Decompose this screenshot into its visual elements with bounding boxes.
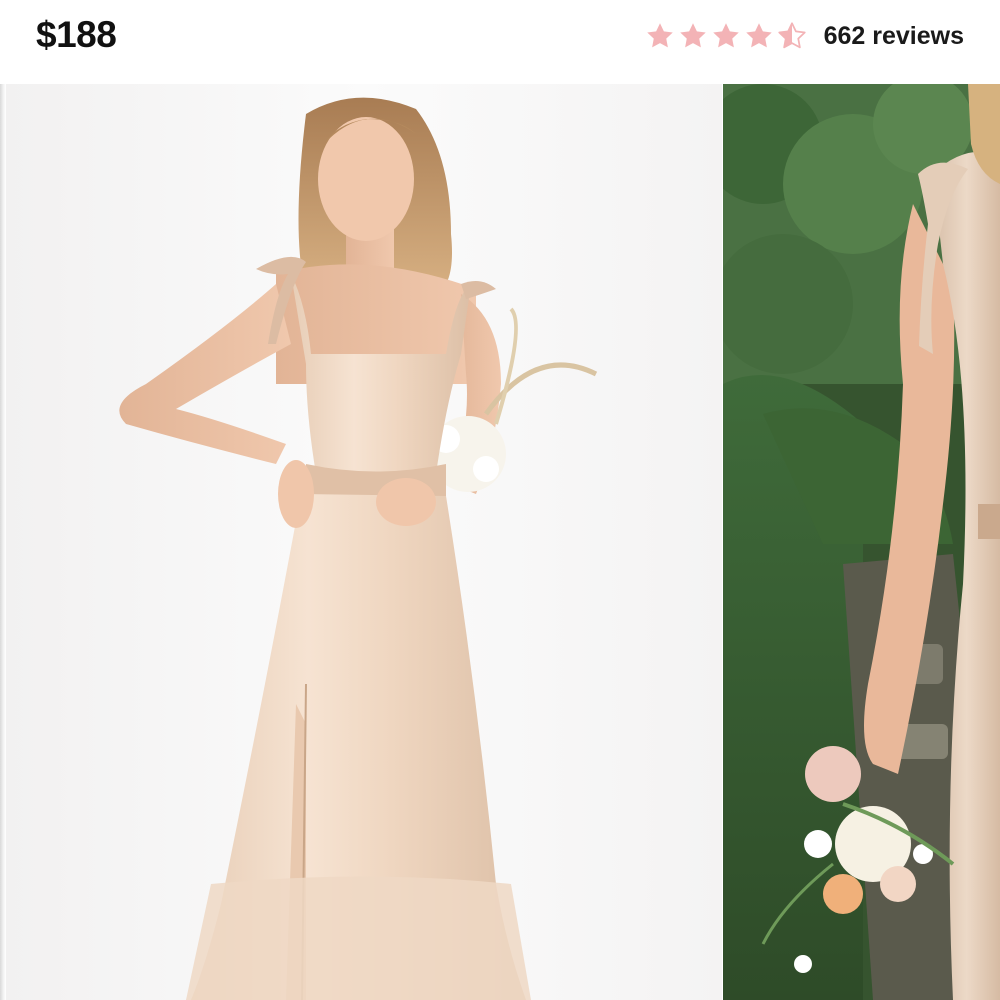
photo-illustration-secondary	[723, 84, 1000, 1000]
star-full-icon	[745, 23, 772, 48]
star-half-icon	[777, 22, 806, 49]
reviews-link[interactable]: 662 reviews	[824, 22, 964, 51]
star-full-icon	[679, 23, 706, 48]
star-full-icon	[712, 23, 739, 48]
rating-stars[interactable]	[645, 21, 810, 51]
photo-illustration-main	[6, 84, 722, 1000]
product-header: $188 662 reviews	[0, 0, 1000, 84]
product-price: $188	[36, 14, 117, 55]
product-rating[interactable]: 662 reviews	[645, 18, 964, 54]
gallery-image-main[interactable]	[6, 84, 722, 1000]
product-gallery[interactable]	[6, 84, 1000, 1000]
star-full-icon	[646, 23, 673, 48]
gallery-image-secondary[interactable]	[723, 84, 1000, 1000]
